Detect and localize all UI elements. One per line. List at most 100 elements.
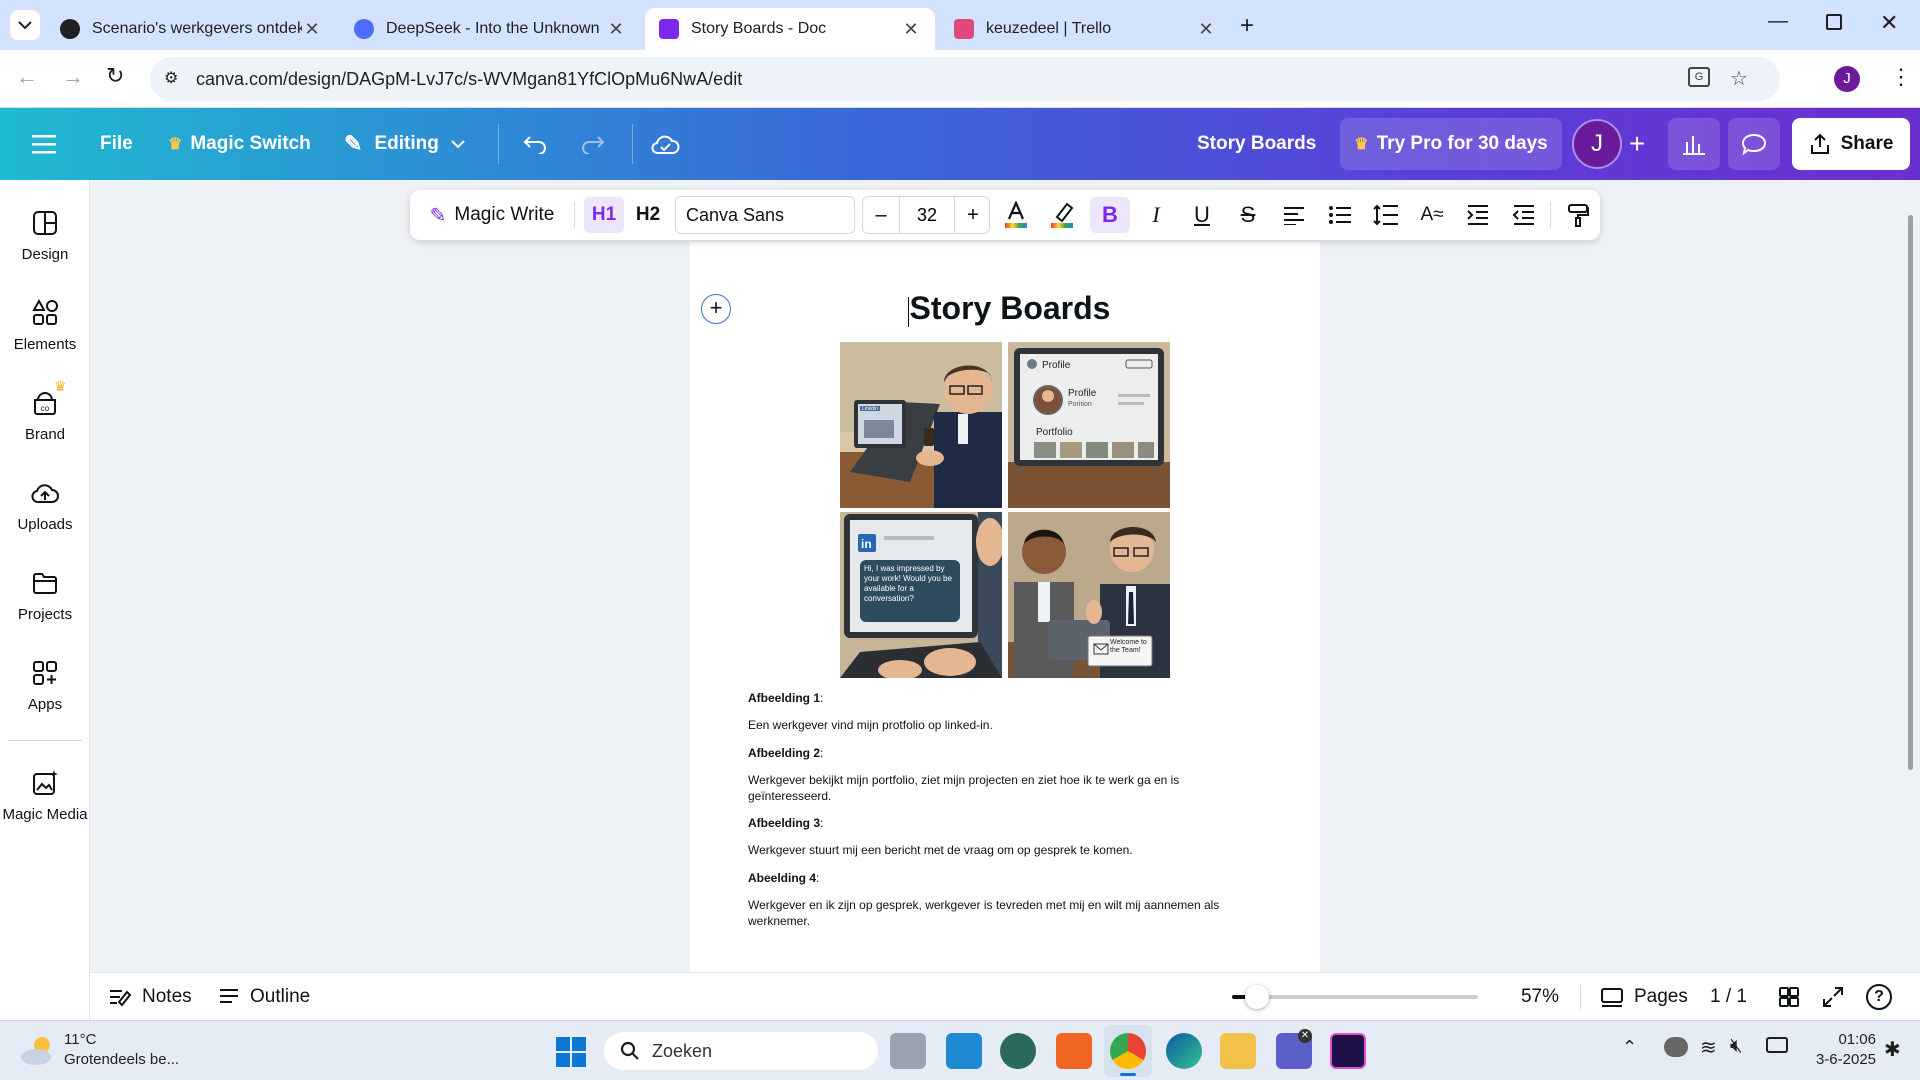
close-tab-icon[interactable]: ✕ — [302, 19, 322, 40]
tab-scenarios[interactable]: Scenario's werkgevers ontdekk ✕ — [46, 8, 336, 50]
magic-switch-button[interactable]: ♛ Magic Switch — [168, 108, 311, 180]
outdent-button[interactable] — [1504, 190, 1544, 240]
underline-button[interactable]: U — [1182, 190, 1222, 240]
caption-4-heading[interactable]: Abeelding 4: — [748, 870, 1248, 886]
sidebar-item-elements[interactable]: Elements — [0, 298, 90, 353]
sidebar-item-apps[interactable]: Apps — [0, 658, 90, 713]
tray-expand-icon[interactable]: ⌃ — [1622, 1037, 1637, 1058]
comments-button[interactable] — [1728, 118, 1780, 170]
clock-time[interactable]: 01:06 — [1796, 1031, 1876, 1048]
edge-icon[interactable] — [1166, 1033, 1202, 1069]
bookmark-star-icon[interactable]: ☆ — [1730, 66, 1748, 91]
back-icon[interactable]: ← — [16, 64, 38, 90]
notes-button[interactable]: Notes — [108, 973, 192, 1021]
battery-icon[interactable] — [1766, 1037, 1788, 1053]
magic-write-button[interactable]: ✎ Magic Write — [422, 190, 562, 240]
volume-muted-icon[interactable]: 🔇︎ — [1730, 1035, 1743, 1058]
increase-font-size-button[interactable]: + — [955, 197, 991, 233]
italic-button[interactable]: I — [1136, 190, 1176, 240]
caption-3-text[interactable]: Werkgever stuurt mij een bericht met de … — [748, 842, 1248, 858]
reload-icon[interactable]: ↻ — [106, 63, 124, 89]
restore-icon[interactable] — [1826, 14, 1842, 30]
wifi-icon[interactable]: ≋ — [1700, 1035, 1717, 1060]
heading-2-button[interactable]: H2 — [628, 190, 668, 240]
insights-button[interactable] — [1668, 118, 1720, 170]
text-effects-button[interactable]: A≈ — [1412, 190, 1452, 240]
share-button[interactable]: Share — [1792, 118, 1910, 170]
font-family-dropdown[interactable]: Canva Sans — [675, 196, 855, 234]
font-size-input[interactable]: 32 — [899, 197, 955, 233]
caption-3-heading[interactable]: Afbeelding 3: — [748, 815, 1248, 831]
sidebar-item-brand[interactable]: ♛ co Brand — [0, 378, 90, 443]
taskbar-search[interactable]: Zoeken — [604, 1032, 878, 1070]
notification-bell-icon[interactable]: ✱ — [1884, 1037, 1901, 1062]
tab-trello[interactable]: keuzedeel | Trello ✕ — [940, 8, 1230, 50]
document-heading[interactable]: Story Boards — [690, 290, 1320, 327]
main-menu-button[interactable] — [32, 108, 56, 180]
editing-mode-button[interactable]: ✎ Editing — [344, 108, 465, 180]
caption-2-heading[interactable]: Afbeelding 2: — [748, 745, 1248, 761]
url-field[interactable]: ⚙ canva.com/design/DAGpM-LvJ7c/s-WVMgan8… — [150, 57, 1780, 101]
site-info-icon[interactable]: ⚙ — [164, 68, 178, 88]
add-block-button[interactable]: + — [701, 294, 731, 324]
close-window-icon[interactable]: ✕ — [1880, 10, 1898, 36]
try-pro-button[interactable]: ♛ Try Pro for 30 days — [1340, 118, 1562, 170]
zoom-percentage[interactable]: 57% — [1510, 973, 1570, 1021]
weather-widget[interactable] — [20, 1033, 56, 1067]
translate-icon[interactable]: G — [1688, 67, 1710, 87]
cloud-save-button[interactable] — [650, 108, 680, 180]
help-button[interactable]: ? — [1866, 973, 1892, 1021]
grid-view-button[interactable] — [1778, 973, 1800, 1021]
list-button[interactable] — [1320, 190, 1360, 240]
redo-button[interactable] — [580, 108, 606, 180]
highlight-color-button[interactable] — [1042, 190, 1082, 240]
windows-start-icon[interactable] — [556, 1037, 586, 1067]
forward-icon[interactable]: → — [62, 64, 84, 90]
xampp-icon[interactable] — [1056, 1033, 1092, 1069]
caption-1-text[interactable]: Een werkgever vind mijn protfolio op lin… — [748, 717, 1248, 733]
zoom-slider[interactable] — [1232, 985, 1478, 1009]
sidebar-item-uploads[interactable]: Uploads — [0, 478, 90, 533]
chrome-icon[interactable] — [1110, 1033, 1146, 1069]
user-avatar[interactable]: J — [1572, 119, 1622, 169]
decrease-font-size-button[interactable]: – — [863, 197, 899, 233]
sidebar-item-projects[interactable]: Projects — [0, 568, 90, 623]
canvas-scrollbar[interactable] — [1908, 215, 1913, 770]
sidebar-item-design[interactable]: Design — [0, 208, 90, 263]
task-view-icon[interactable] — [890, 1033, 926, 1069]
close-tab-icon[interactable]: ✕ — [1196, 19, 1216, 40]
minimize-icon[interactable]: — — [1768, 10, 1788, 33]
copy-style-button[interactable] — [1558, 190, 1598, 240]
tab-search-button[interactable] — [10, 10, 40, 40]
pages-button[interactable]: Pages — [1600, 973, 1688, 1021]
vscode-icon[interactable] — [946, 1033, 982, 1069]
strikethrough-button[interactable]: S — [1228, 190, 1268, 240]
storyboard-image[interactable]: Linkdin Profile Profile Porition Portfol… — [840, 342, 1170, 678]
outline-button[interactable]: Outline — [218, 973, 310, 1021]
tab-story-boards[interactable]: Story Boards - Doc ✕ — [645, 8, 935, 50]
indent-button[interactable] — [1458, 190, 1498, 240]
page-count[interactable]: 1 / 1 — [1710, 973, 1747, 1021]
add-collaborator-icon[interactable]: + — [1622, 128, 1652, 160]
file-menu-button[interactable]: File — [100, 108, 133, 180]
heading-1-button[interactable]: H1 — [584, 197, 624, 233]
document-page[interactable]: Story Boards Linkdin Profile Profile Por… — [690, 242, 1320, 972]
onedrive-icon[interactable] — [1664, 1037, 1688, 1057]
tab-deepseek[interactable]: DeepSeek - Into the Unknown ✕ — [340, 8, 640, 50]
caption-4-text[interactable]: Werkgever en ik zijn op gesprek, werkgev… — [748, 897, 1248, 929]
new-tab-icon[interactable]: + — [1240, 12, 1254, 40]
phpstorm-icon[interactable] — [1330, 1033, 1366, 1069]
document-title[interactable]: Story Boards — [1197, 108, 1316, 180]
caption-1-heading[interactable]: Afbeelding 1: — [748, 690, 1248, 706]
clock-date[interactable]: 3-6-2025 — [1796, 1051, 1876, 1068]
spacing-button[interactable] — [1366, 190, 1406, 240]
app-orb-icon[interactable] — [1000, 1033, 1036, 1069]
close-tab-icon[interactable]: ✕ — [901, 19, 921, 40]
undo-button[interactable] — [522, 108, 548, 180]
fullscreen-button[interactable] — [1822, 973, 1844, 1021]
zoom-slider-thumb[interactable] — [1244, 985, 1269, 1009]
align-button[interactable] — [1274, 190, 1314, 240]
browser-menu-icon[interactable]: ⋮ — [1890, 64, 1912, 90]
bold-button[interactable]: B — [1090, 197, 1130, 233]
close-tab-icon[interactable]: ✕ — [606, 19, 626, 40]
